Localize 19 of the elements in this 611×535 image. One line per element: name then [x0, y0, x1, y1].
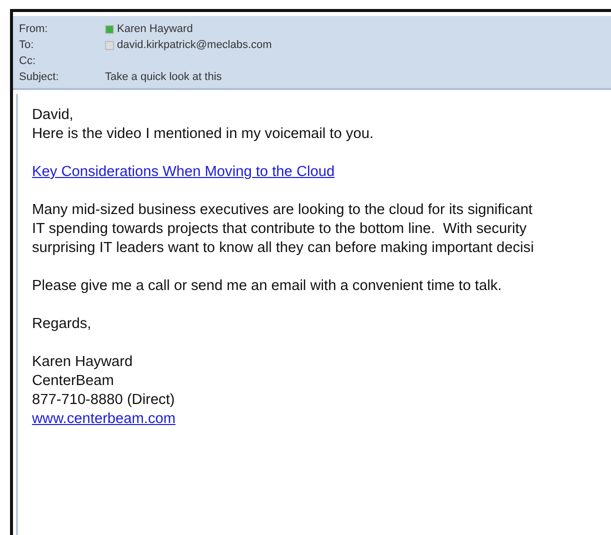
field-value: Take a quick look at this: [105, 70, 222, 84]
body-text: Regards,: [32, 315, 92, 334]
video-link[interactable]: Key Considerations When Moving to the Cloud: [32, 163, 335, 182]
body-text: David,: [32, 106, 74, 125]
field-value: Karen Hayward: [117, 22, 193, 36]
field-label: To:: [19, 38, 35, 52]
body-text: Here is the video I mentioned in my voicemail to you.: [32, 125, 374, 144]
field-label: Cc:: [19, 54, 36, 68]
field-label: From:: [19, 22, 49, 36]
signature-line: Karen Hayward: [32, 353, 134, 372]
signature-line: CenterBeam: [32, 372, 115, 391]
signature-line: 877-710-8880 (Direct): [32, 391, 176, 410]
field-label: Subject:: [19, 70, 60, 84]
body-text: IT spending towards projects that contribute to the bottom line. With security: [32, 220, 528, 239]
website-link[interactable]: www.centerbeam.com: [32, 410, 176, 429]
body-text: Please give me a call or send me an email with a convenient time to talk.: [32, 277, 503, 296]
body-text: Many mid-sized business executives are looking to the cloud for its significant: [32, 201, 534, 220]
body-text: surprising IT leaders want to know all they can before making important decisi: [32, 239, 535, 258]
field-value: david.kirkpatrick@meclabs.com: [117, 38, 272, 52]
